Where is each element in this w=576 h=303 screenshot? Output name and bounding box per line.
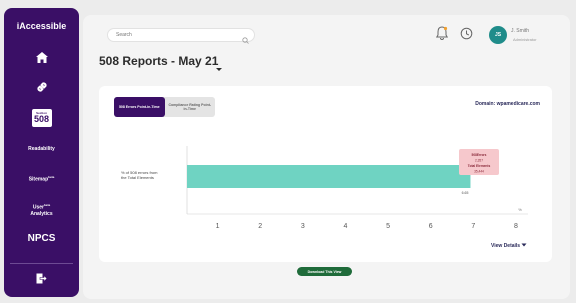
brand-logo: iAccessible: [16, 21, 67, 31]
search-input[interactable]: [116, 30, 236, 40]
sidebar-item-label: Readability: [28, 146, 55, 152]
logout-icon: [36, 271, 48, 289]
beta-tag: beta: [43, 203, 51, 207]
sidebar-item-section-508[interactable]: Section 508: [4, 109, 79, 127]
chevron-down-icon[interactable]: [215, 59, 223, 77]
download-view-button[interactable]: Download This View: [297, 267, 352, 276]
user-role: Administrator: [513, 37, 537, 42]
link-icon: [36, 80, 48, 98]
sidebar: iAccessible Section 508 Readability Site…: [4, 8, 79, 297]
chevron-down-icon: [521, 243, 527, 247]
search-bar[interactable]: [107, 28, 255, 44]
avatar[interactable]: JS: [489, 26, 507, 44]
view-details-label: View Details: [491, 243, 521, 249]
history-icon[interactable]: [460, 27, 473, 45]
tooltip-text: Total Elements: [468, 164, 491, 168]
tooltip-text: 35,444: [474, 170, 484, 174]
sidebar-item-logout[interactable]: [4, 271, 79, 289]
sidebar-item-npcs[interactable]: NPCS: [4, 233, 79, 244]
sidebar-item-readability[interactable]: Readability: [4, 146, 79, 152]
main-panel: JS J. Smith Administrator 508 Reports - …: [83, 15, 570, 299]
section-508-icon: Section 508: [31, 109, 52, 127]
beta-tag: beta: [48, 175, 55, 179]
sidebar-divider: [10, 263, 73, 264]
bell-icon[interactable]: [435, 26, 449, 45]
x-tick-label: 7: [471, 223, 475, 230]
x-tick-label: 1: [216, 223, 220, 230]
x-tick-label: 3: [301, 223, 305, 230]
sidebar-item-links[interactable]: [4, 80, 79, 98]
errors-bar-chart: % of 508 errors from the Total Elements 6.…: [121, 146, 528, 230]
bar-value-label: 6.65: [462, 191, 469, 195]
sidebar-item-label: Sitemap: [28, 176, 49, 183]
sidebar-item-sitemap[interactable]: Sitemapbeta: [4, 174, 79, 183]
sidebar-item-home[interactable]: [4, 50, 79, 68]
user-name: J. Smith: [511, 28, 530, 34]
bar: [187, 165, 471, 188]
tooltip-text: 508Errors: [472, 153, 487, 157]
category-label: % of 508 errors from the Total Elements: [121, 170, 158, 180]
sidebar-item-user-analytics[interactable]: Userbeta Analytics: [4, 202, 79, 217]
page-title: 508 Reports - May 21: [99, 54, 219, 68]
x-unit-label: %: [518, 207, 522, 212]
view-details-link[interactable]: View Details: [491, 243, 527, 249]
sidebar-item-label-2: Analytics: [30, 210, 53, 217]
home-icon: [35, 50, 48, 68]
tooltip-text: 2,357: [475, 159, 483, 163]
x-tick-label: 5: [386, 223, 390, 230]
sidebar-item-label: NPCS: [27, 233, 56, 244]
x-tick-label: 4: [344, 223, 348, 230]
x-tick-label: 6: [429, 223, 433, 230]
search-icon[interactable]: [242, 31, 249, 49]
x-tick-label: 8: [514, 223, 518, 230]
x-tick-label: 2: [258, 223, 262, 230]
report-card: 508 Errors Point-in-Time Compliance Rati…: [99, 86, 552, 262]
